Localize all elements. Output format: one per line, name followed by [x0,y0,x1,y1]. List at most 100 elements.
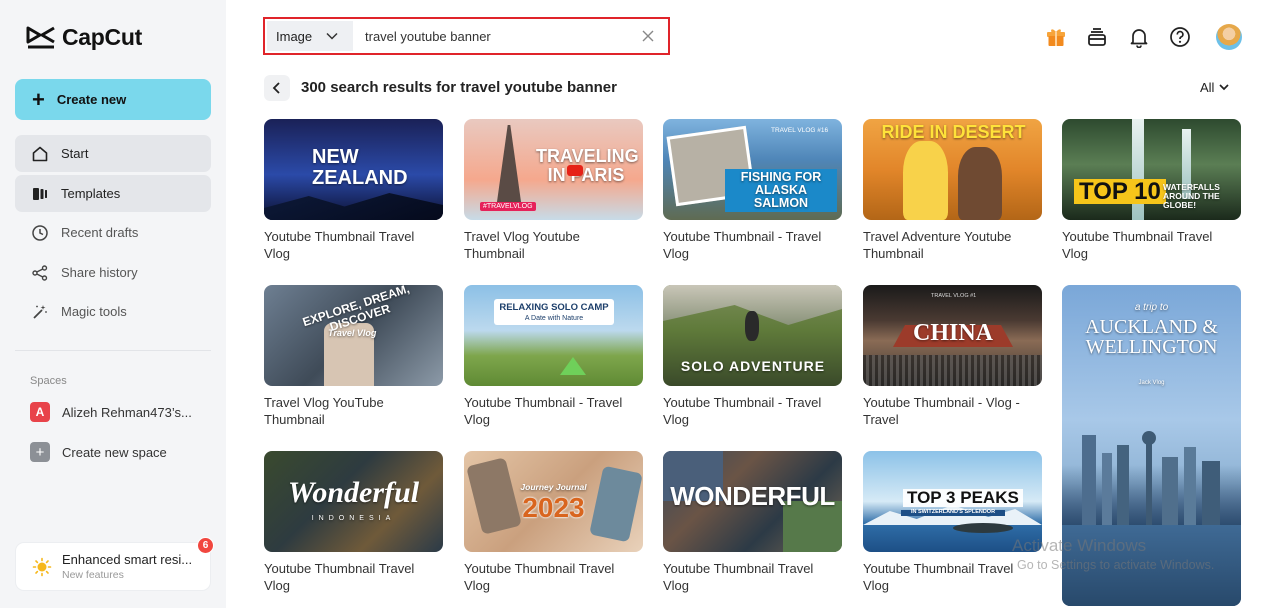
template-thumbnail: RELAXING SOLO CAMP A Date with Nature [464,285,643,386]
feature-notice[interactable]: Enhanced smart resi... New features 6 [16,537,214,590]
filter-dropdown[interactable]: All [1200,80,1230,95]
thumbnail-tag: TRAVEL VLOG #1 [931,293,977,299]
template-caption: Youtube Thumbnail Travel Vlog [863,561,1014,593]
template-thumbnail: SOLO ADVENTURE [663,285,842,386]
template-card[interactable]: TRAVEL VLOG #1 CHINA Youtube Thumbnail -… [863,285,1042,428]
search-bar: Image [263,17,670,55]
storage-button[interactable] [1085,25,1109,49]
thumbnail-title: RIDE IN DESERT [881,122,1026,142]
template-card[interactable]: TOP 3 PEAKS IN SWITZERLAND'S SPLENDOR Yo… [863,451,1042,594]
thumbnail-title: RELAXING SOLO CAMP [499,302,609,313]
template-thumbnail: Wonderful INDONESIA [264,451,443,552]
thumbnail-title: CHINA [912,320,993,346]
template-caption: Travel Vlog YouTube Thumbnail [264,395,384,427]
chevron-left-icon [272,82,280,94]
space-label: Create new space [62,444,167,460]
thumbnail-title: 2023 [522,492,585,523]
template-caption: Travel Vlog Youtube Thumbnail [464,229,580,261]
notice-title: Enhanced smart resi... [62,552,193,567]
template-caption: Youtube Thumbnail Travel Vlog [464,561,615,593]
thumbnail-title: AUCKLAND & WELLINGTON [1085,316,1218,359]
bell-icon [1130,29,1148,48]
thumbnail-tag: a trip to [1134,302,1169,313]
thumbnail-tag: TRAVEL VLOG #16 [771,127,829,134]
thumbnail-title: TRAVELING IN PARIS [536,146,639,185]
template-card[interactable]: NEW ZEALAND Youtube Thumbnail Travel Vlo… [264,119,443,262]
help-icon [1170,27,1190,47]
thumbnail-title: Wonderful [287,476,420,509]
sidebar: CapCut + Create new Start Templates Rece… [0,0,226,608]
space-avatar: A [30,402,50,422]
sidebar-item-share-history[interactable]: Share history [15,254,211,291]
template-card[interactable]: Journey Journal 2023 Youtube Thumbnail T… [464,451,643,594]
create-new-space-button[interactable]: + Create new space [15,435,211,469]
template-card[interactable]: RIDE IN DESERT Travel Adventure Youtube … [863,119,1042,262]
plus-icon: + [32,86,45,112]
chevron-down-icon [1219,84,1230,91]
create-new-button[interactable]: + Create new [15,79,211,120]
sidebar-item-templates[interactable]: Templates [15,175,211,212]
sidebar-divider [15,350,211,351]
template-thumbnail: EXPLORE, DREAM, DISCOVER Travel Vlog [264,285,443,386]
clear-search-button[interactable] [634,30,662,42]
template-caption: Youtube Thumbnail - Travel Vlog [663,395,822,427]
magic-wand-icon [31,303,49,321]
template-card[interactable]: TRAVELING IN PARIS #TRAVELVLOG Travel Vl… [464,119,643,262]
template-card[interactable]: SOLO ADVENTURE Youtube Thumbnail - Trave… [663,285,842,428]
help-button[interactable] [1168,25,1192,49]
template-card[interactable]: Wonderful INDONESIA Youtube Thumbnail Tr… [264,451,443,594]
back-button[interactable] [264,75,290,101]
template-thumbnail: TRAVELING IN PARIS #TRAVELVLOG [464,119,643,220]
sun-icon [32,557,52,576]
gift-button[interactable] [1044,25,1068,49]
play-icon [567,165,583,176]
template-card[interactable]: TRAVEL VLOG #16 FISHING FOR ALASKA SALMO… [663,119,842,262]
thumbnail-tag: INDONESIA [311,515,396,522]
notification-badge: 6 [197,537,214,554]
share-icon [31,264,49,282]
template-caption: Youtube Thumbnail - Vlog - Travel [863,395,1020,427]
stack-icon [1088,28,1106,46]
sidebar-item-label: Magic tools [61,304,127,319]
thumbnail-title: WONDERFUL [670,481,835,511]
template-thumbnail: TOP 10 WATERFALLS AROUND THE GLOBE! [1062,119,1241,220]
thumbnail-tag: #TRAVELVLOG [480,202,536,211]
thumbnail-tag: IN SWITZERLAND'S SPLENDOR [901,509,1005,516]
template-caption: Youtube Thumbnail - Travel Vlog [663,229,822,261]
thumbnail-tag: Journey Journal [520,482,587,492]
template-caption: Youtube Thumbnail Travel Vlog [1062,229,1213,261]
sidebar-item-magic-tools[interactable]: Magic tools [15,293,211,330]
search-type-dropdown[interactable]: Image [267,21,353,51]
template-thumbnail: WONDERFUL [663,451,842,552]
template-thumbnail: RIDE IN DESERT [863,119,1042,220]
thumbnail-title: TOP 3 PEAKS [903,489,1023,507]
sidebar-item-label: Recent drafts [61,225,139,240]
thumbnail-title: NEW ZEALAND [312,146,408,189]
notifications-button[interactable] [1127,25,1151,49]
add-space-icon: + [30,442,50,462]
template-card[interactable]: RELAXING SOLO CAMP A Date with Nature Yo… [464,285,643,428]
sidebar-item-start[interactable]: Start [15,135,211,172]
template-card[interactable]: a trip to AUCKLAND & WELLINGTON Jack Vlo… [1062,285,1241,606]
create-new-label: Create new [56,92,127,107]
template-thumbnail: TRAVEL VLOG #16 FISHING FOR ALASKA SALMO… [663,119,842,220]
template-thumbnail: Journey Journal 2023 [464,451,643,552]
filter-label: All [1200,80,1215,95]
app-name: CapCut [62,24,142,50]
template-card[interactable]: EXPLORE, DREAM, DISCOVER Travel Vlog Tra… [264,285,443,428]
chevron-down-icon [326,32,338,40]
space-label: Alizeh Rehman473’s... [62,404,192,420]
spaces-heading: Spaces [30,375,67,387]
thumbnail-subtitle: Jack Vlog [1138,380,1165,386]
capcut-logo[interactable]: CapCut [26,24,142,51]
search-input[interactable] [353,21,634,51]
template-card[interactable]: WONDERFUL Youtube Thumbnail Travel Vlog [663,451,842,594]
search-type-label: Image [276,28,313,44]
space-item-personal[interactable]: A Alizeh Rehman473’s... [15,395,211,429]
sidebar-item-recent-drafts[interactable]: Recent drafts [15,214,211,251]
template-card[interactable]: TOP 10 WATERFALLS AROUND THE GLOBE! Yout… [1062,119,1241,262]
template-thumbnail: a trip to AUCKLAND & WELLINGTON Jack Vlo… [1062,285,1241,606]
thumbnail-tag: A Date with Nature [524,315,584,322]
notice-subtitle: New features [62,569,124,581]
user-avatar[interactable] [1216,24,1242,50]
